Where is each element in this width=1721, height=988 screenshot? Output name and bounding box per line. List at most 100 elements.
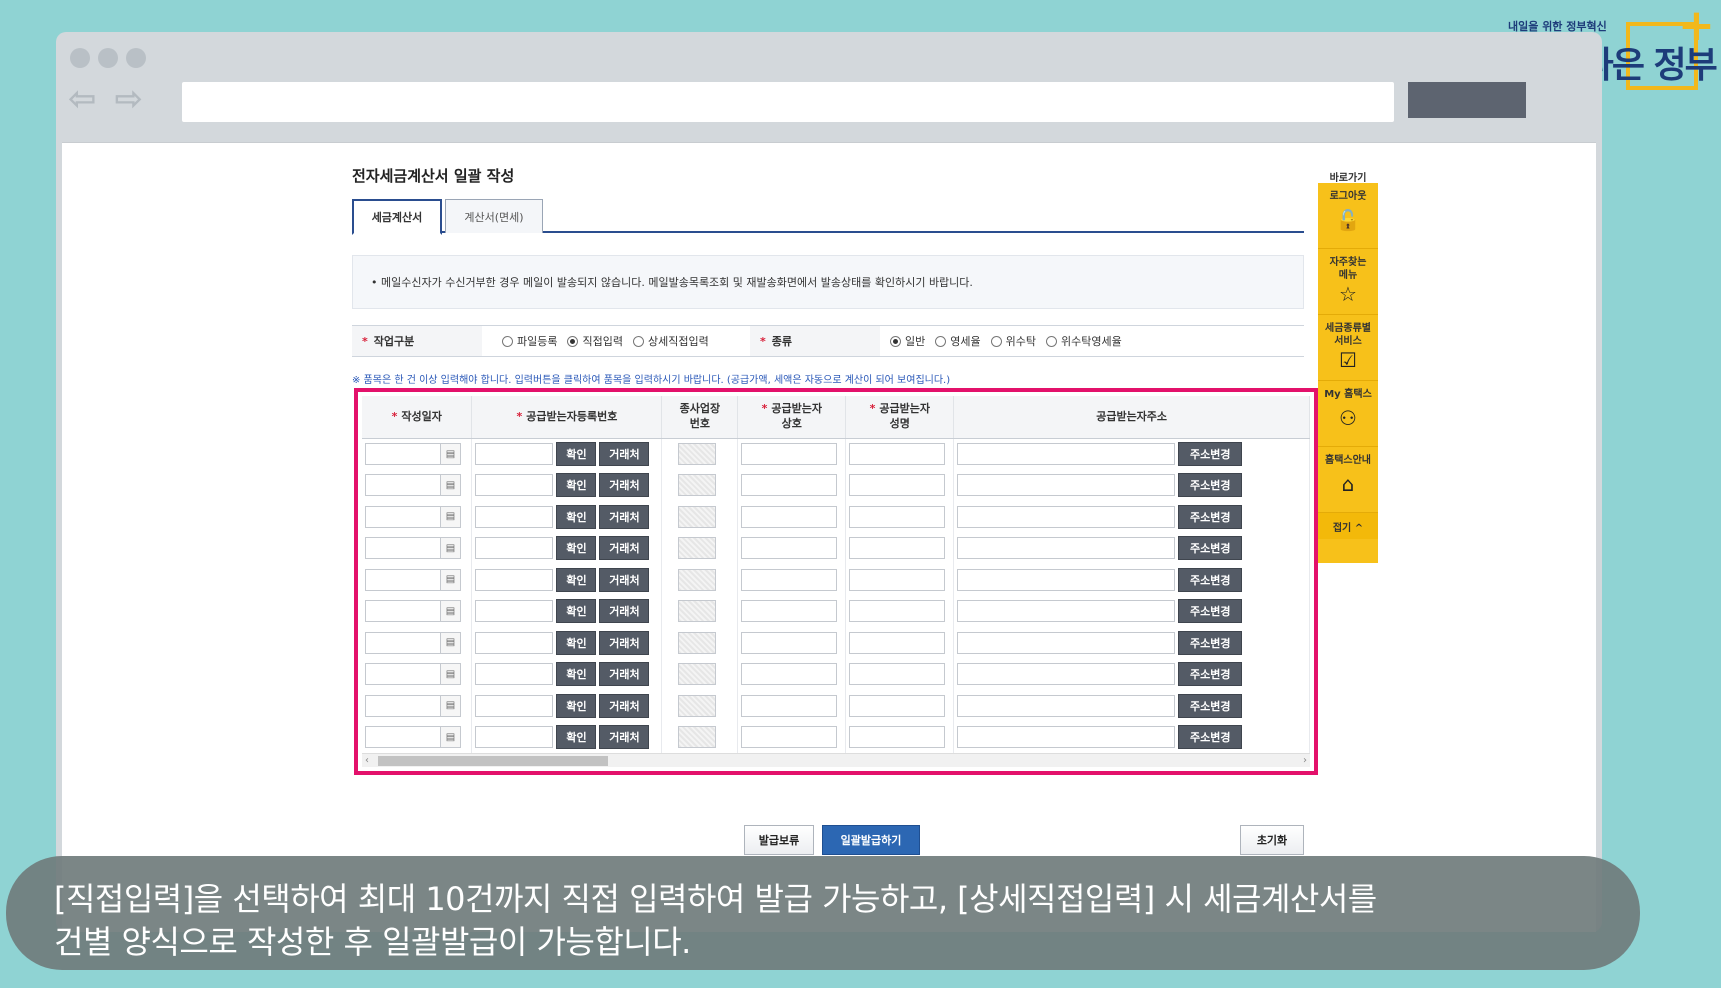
radio-direct-input[interactable]: 직접입력 xyxy=(567,333,623,349)
quick-favorites[interactable]: 자주찾는 메뉴 ☆ xyxy=(1318,249,1378,315)
quick-my-hometax[interactable]: My 홈택스 ⚇ xyxy=(1318,381,1378,447)
address-input[interactable] xyxy=(957,443,1176,465)
reg-no-input[interactable] xyxy=(475,600,554,623)
date-input[interactable] xyxy=(365,631,441,654)
address-input[interactable] xyxy=(957,600,1176,623)
confirm-button[interactable]: 확인 xyxy=(556,536,597,561)
reg-no-input[interactable] xyxy=(475,568,554,591)
confirm-button[interactable]: 확인 xyxy=(556,662,597,687)
date-input[interactable] xyxy=(365,600,441,623)
partner-button[interactable]: 거래처 xyxy=(599,693,650,718)
address-input[interactable] xyxy=(957,474,1176,497)
confirm-button[interactable]: 확인 xyxy=(556,504,597,529)
trade-name-input[interactable] xyxy=(741,631,838,654)
radio-file-upload[interactable]: 파일등록 xyxy=(502,333,557,349)
rep-name-input[interactable] xyxy=(849,600,946,623)
radio-consignment[interactable]: 위수탁 xyxy=(990,333,1036,349)
reg-no-input[interactable] xyxy=(475,474,554,497)
address-change-button[interactable]: 주소변경 xyxy=(1178,662,1243,687)
partner-button[interactable]: 거래처 xyxy=(599,504,650,529)
address-change-button[interactable]: 주소변경 xyxy=(1178,567,1243,592)
confirm-button[interactable]: 확인 xyxy=(556,693,597,718)
tab-tax-invoice[interactable]: 세금계산서 xyxy=(352,199,442,235)
calendar-icon[interactable]: ▤ xyxy=(441,600,461,623)
quick-tax-services[interactable]: 세금종류별 서비스 ☑ xyxy=(1318,315,1378,381)
date-input[interactable] xyxy=(365,663,441,686)
reg-no-input[interactable] xyxy=(475,505,554,528)
rep-name-input[interactable] xyxy=(849,474,946,497)
address-go-button[interactable] xyxy=(1408,82,1526,118)
quick-fold-button[interactable]: 접기 ^ xyxy=(1318,513,1378,539)
scroll-right-icon[interactable]: › xyxy=(1303,754,1307,768)
address-input[interactable] xyxy=(957,631,1176,654)
address-change-button[interactable]: 주소변경 xyxy=(1178,630,1243,655)
calendar-icon[interactable]: ▤ xyxy=(441,443,461,465)
partner-button[interactable]: 거래처 xyxy=(599,442,650,466)
trade-name-input[interactable] xyxy=(741,443,838,465)
trade-name-input[interactable] xyxy=(741,537,838,560)
trade-name-input[interactable] xyxy=(741,505,838,528)
radio-zero-rate[interactable]: 영세율 xyxy=(935,333,981,349)
date-input[interactable] xyxy=(365,537,441,560)
radio-general[interactable]: 일반 xyxy=(890,333,925,349)
calendar-icon[interactable]: ▤ xyxy=(441,568,461,591)
partner-button[interactable]: 거래처 xyxy=(599,536,650,561)
address-change-button[interactable]: 주소변경 xyxy=(1178,504,1243,529)
partner-button[interactable]: 거래처 xyxy=(599,599,650,624)
trade-name-input[interactable] xyxy=(741,726,838,749)
reg-no-input[interactable] xyxy=(475,663,554,686)
partner-button[interactable]: 거래처 xyxy=(599,567,650,592)
horizontal-scrollbar[interactable]: ‹ › xyxy=(362,753,1310,767)
address-input[interactable] xyxy=(957,663,1176,686)
hold-issue-button[interactable]: 발급보류 xyxy=(744,825,814,855)
reg-no-input[interactable] xyxy=(475,537,554,560)
confirm-button[interactable]: 확인 xyxy=(556,630,597,655)
confirm-button[interactable]: 확인 xyxy=(556,599,597,624)
tab-tax-exempt-invoice[interactable]: 계산서(면세) xyxy=(445,199,543,233)
address-change-button[interactable]: 주소변경 xyxy=(1178,473,1243,498)
partner-button[interactable]: 거래처 xyxy=(599,630,650,655)
trade-name-input[interactable] xyxy=(741,663,838,686)
window-dot-icon[interactable] xyxy=(98,48,118,68)
date-input[interactable] xyxy=(365,474,441,497)
rep-name-input[interactable] xyxy=(849,726,946,749)
address-change-button[interactable]: 주소변경 xyxy=(1178,599,1243,624)
trade-name-input[interactable] xyxy=(741,474,838,497)
scroll-thumb[interactable] xyxy=(378,756,608,766)
date-input[interactable] xyxy=(365,568,441,591)
address-change-button[interactable]: 주소변경 xyxy=(1178,693,1243,718)
confirm-button[interactable]: 확인 xyxy=(556,442,597,466)
rep-name-input[interactable] xyxy=(849,694,946,717)
radio-consignment-zero-rate[interactable]: 위수탁영세율 xyxy=(1046,333,1122,349)
calendar-icon[interactable]: ▤ xyxy=(441,537,461,560)
calendar-icon[interactable]: ▤ xyxy=(441,631,461,654)
address-input[interactable] xyxy=(957,726,1176,749)
forward-arrow-icon[interactable]: ⇨ xyxy=(115,82,144,116)
confirm-button[interactable]: 확인 xyxy=(556,725,597,750)
radio-detailed-direct-input[interactable]: 상세직접입력 xyxy=(632,333,709,349)
address-input[interactable] xyxy=(957,568,1176,591)
partner-button[interactable]: 거래처 xyxy=(599,662,650,687)
date-input[interactable] xyxy=(365,694,441,717)
calendar-icon[interactable]: ▤ xyxy=(441,726,461,749)
reg-no-input[interactable] xyxy=(475,726,554,749)
partner-button[interactable]: 거래처 xyxy=(599,725,650,750)
window-dot-icon[interactable] xyxy=(126,48,146,68)
calendar-icon[interactable]: ▤ xyxy=(441,663,461,686)
quick-hometax-guide[interactable]: 홈택스안내 ⌂ xyxy=(1318,447,1378,513)
date-input[interactable] xyxy=(365,505,441,528)
trade-name-input[interactable] xyxy=(741,568,838,591)
reg-no-input[interactable] xyxy=(475,443,554,465)
address-change-button[interactable]: 주소변경 xyxy=(1178,442,1243,466)
date-input[interactable] xyxy=(365,443,441,465)
trade-name-input[interactable] xyxy=(741,694,838,717)
rep-name-input[interactable] xyxy=(849,537,946,560)
calendar-icon[interactable]: ▤ xyxy=(441,694,461,717)
date-input[interactable] xyxy=(365,726,441,749)
bulk-issue-button[interactable]: 일괄발급하기 xyxy=(822,825,920,855)
quick-logout[interactable]: 로그아웃 🔓 xyxy=(1318,183,1378,249)
address-input[interactable] xyxy=(957,505,1176,528)
calendar-icon[interactable]: ▤ xyxy=(441,474,461,497)
address-input[interactable] xyxy=(957,694,1176,717)
partner-button[interactable]: 거래처 xyxy=(599,473,650,498)
